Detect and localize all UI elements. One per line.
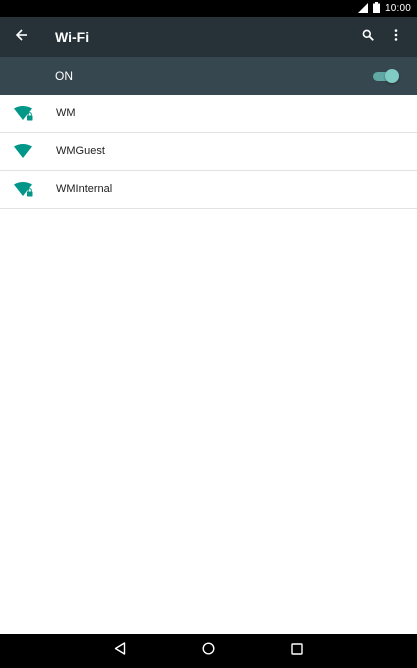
back-arrow-icon	[15, 28, 28, 46]
network-name: WM	[56, 107, 76, 119]
navigation-bar	[0, 634, 417, 668]
page-title: Wi-Fi	[55, 29, 90, 45]
status-bar: 10:00	[0, 0, 417, 17]
network-name: WMInternal	[56, 183, 113, 195]
cell-signal-icon	[357, 0, 368, 18]
network-item-wminternal[interactable]: WMInternal	[0, 171, 417, 209]
more-vert-icon	[394, 28, 398, 46]
wifi-toggle[interactable]	[373, 69, 399, 83]
network-name: WMGuest	[56, 145, 105, 157]
toggle-thumb	[385, 69, 399, 83]
wifi-signal-locked-icon	[14, 182, 34, 198]
network-list: WM WMGuest WMInternal	[0, 95, 417, 209]
search-icon	[362, 28, 374, 46]
wifi-signal-locked-icon	[14, 106, 34, 122]
network-item-wmguest[interactable]: WMGuest	[0, 133, 417, 171]
wifi-signal-icon	[14, 144, 34, 160]
status-icons: 10:00	[357, 0, 411, 18]
wifi-settings-screen: 10:00 Wi-Fi ON WM WMGuest WMInternal	[0, 0, 417, 668]
network-item-wm[interactable]: WM	[0, 95, 417, 133]
app-bar: Wi-Fi	[0, 17, 417, 57]
nav-back-button[interactable]	[110, 641, 130, 661]
wifi-switch-label: ON	[55, 69, 73, 83]
nav-recents-button[interactable]	[287, 641, 307, 661]
wifi-master-switch-row[interactable]: ON	[0, 57, 417, 95]
back-triangle-icon	[114, 642, 126, 660]
back-button[interactable]	[12, 27, 32, 47]
battery-icon	[372, 0, 380, 18]
recents-square-icon	[291, 642, 303, 660]
home-circle-icon	[201, 642, 215, 660]
status-time: 10:00	[384, 3, 411, 14]
nav-home-button[interactable]	[198, 641, 218, 661]
search-button[interactable]	[358, 27, 378, 47]
more-options-button[interactable]	[386, 27, 406, 47]
